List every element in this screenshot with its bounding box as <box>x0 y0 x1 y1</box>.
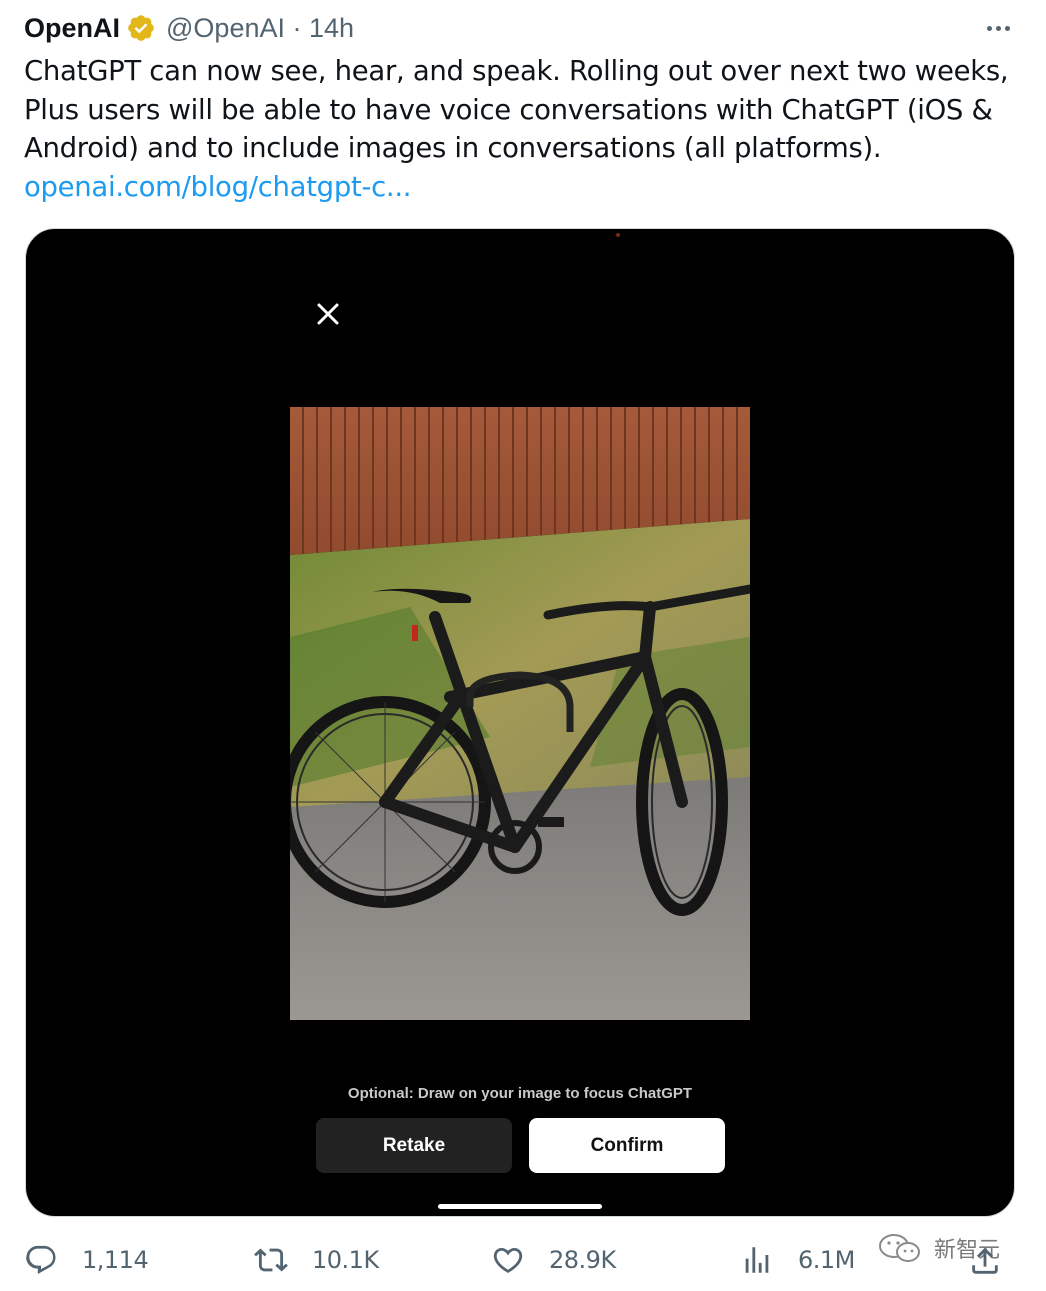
retake-button[interactable]: Retake <box>316 1118 512 1173</box>
like-button[interactable]: 28.9K <box>491 1236 616 1284</box>
bicycle-photo <box>290 407 750 1020</box>
author-name[interactable]: OpenAI <box>24 13 120 44</box>
tweet-text: ChatGPT can now see, hear, and speak. Ro… <box>24 52 1014 206</box>
draw-hint-text: Optional: Draw on your image to focus Ch… <box>347 1085 693 1102</box>
reply-icon <box>26 1245 56 1274</box>
tweet-text-line: Android) and to include images in conver… <box>24 132 882 164</box>
views-chart-icon <box>745 1247 769 1273</box>
author-handle[interactable]: @OpenAI · 14h <box>166 13 354 44</box>
verified-badge-icon <box>126 13 156 43</box>
retweet-button[interactable]: 10.1K <box>254 1236 379 1284</box>
blog-link[interactable]: openai.com/blog/chatgpt-c... <box>24 171 412 203</box>
views-count: 6.1M <box>798 1246 855 1274</box>
wechat-icon <box>879 1234 920 1262</box>
phone-screen: Optional: Draw on your image to focus Ch… <box>290 229 750 1216</box>
tweet-actions: 1,114 10.1K 28.9K 6.1M <box>24 1236 1024 1284</box>
tweet-text-line: ChatGPT can now see, hear, and speak. Ro… <box>24 55 1009 87</box>
confirm-button[interactable]: Confirm <box>529 1118 725 1173</box>
camera-indicator <box>616 233 620 237</box>
share-icon[interactable] <box>968 1244 1002 1278</box>
more-options-icon[interactable] <box>980 16 1016 40</box>
retweet-icon <box>254 1248 288 1272</box>
reply-button[interactable]: 1,114 <box>24 1236 149 1284</box>
tweet-header: OpenAI @OpenAI · 14h <box>24 8 1022 48</box>
reply-count: 1,114 <box>82 1246 149 1274</box>
like-count: 28.9K <box>549 1246 616 1274</box>
tweet-time[interactable]: 14h <box>309 13 354 43</box>
views-button[interactable]: 6.1M <box>740 1236 855 1284</box>
tweet-media-video[interactable]: Optional: Draw on your image to focus Ch… <box>25 228 1015 1217</box>
tweet-text-line: Plus users will be able to have voice co… <box>24 93 993 126</box>
separator-dot: · <box>292 12 302 43</box>
retweet-count: 10.1K <box>312 1246 379 1274</box>
home-indicator <box>438 1204 602 1209</box>
heart-icon <box>493 1247 523 1273</box>
close-icon[interactable] <box>314 300 342 328</box>
